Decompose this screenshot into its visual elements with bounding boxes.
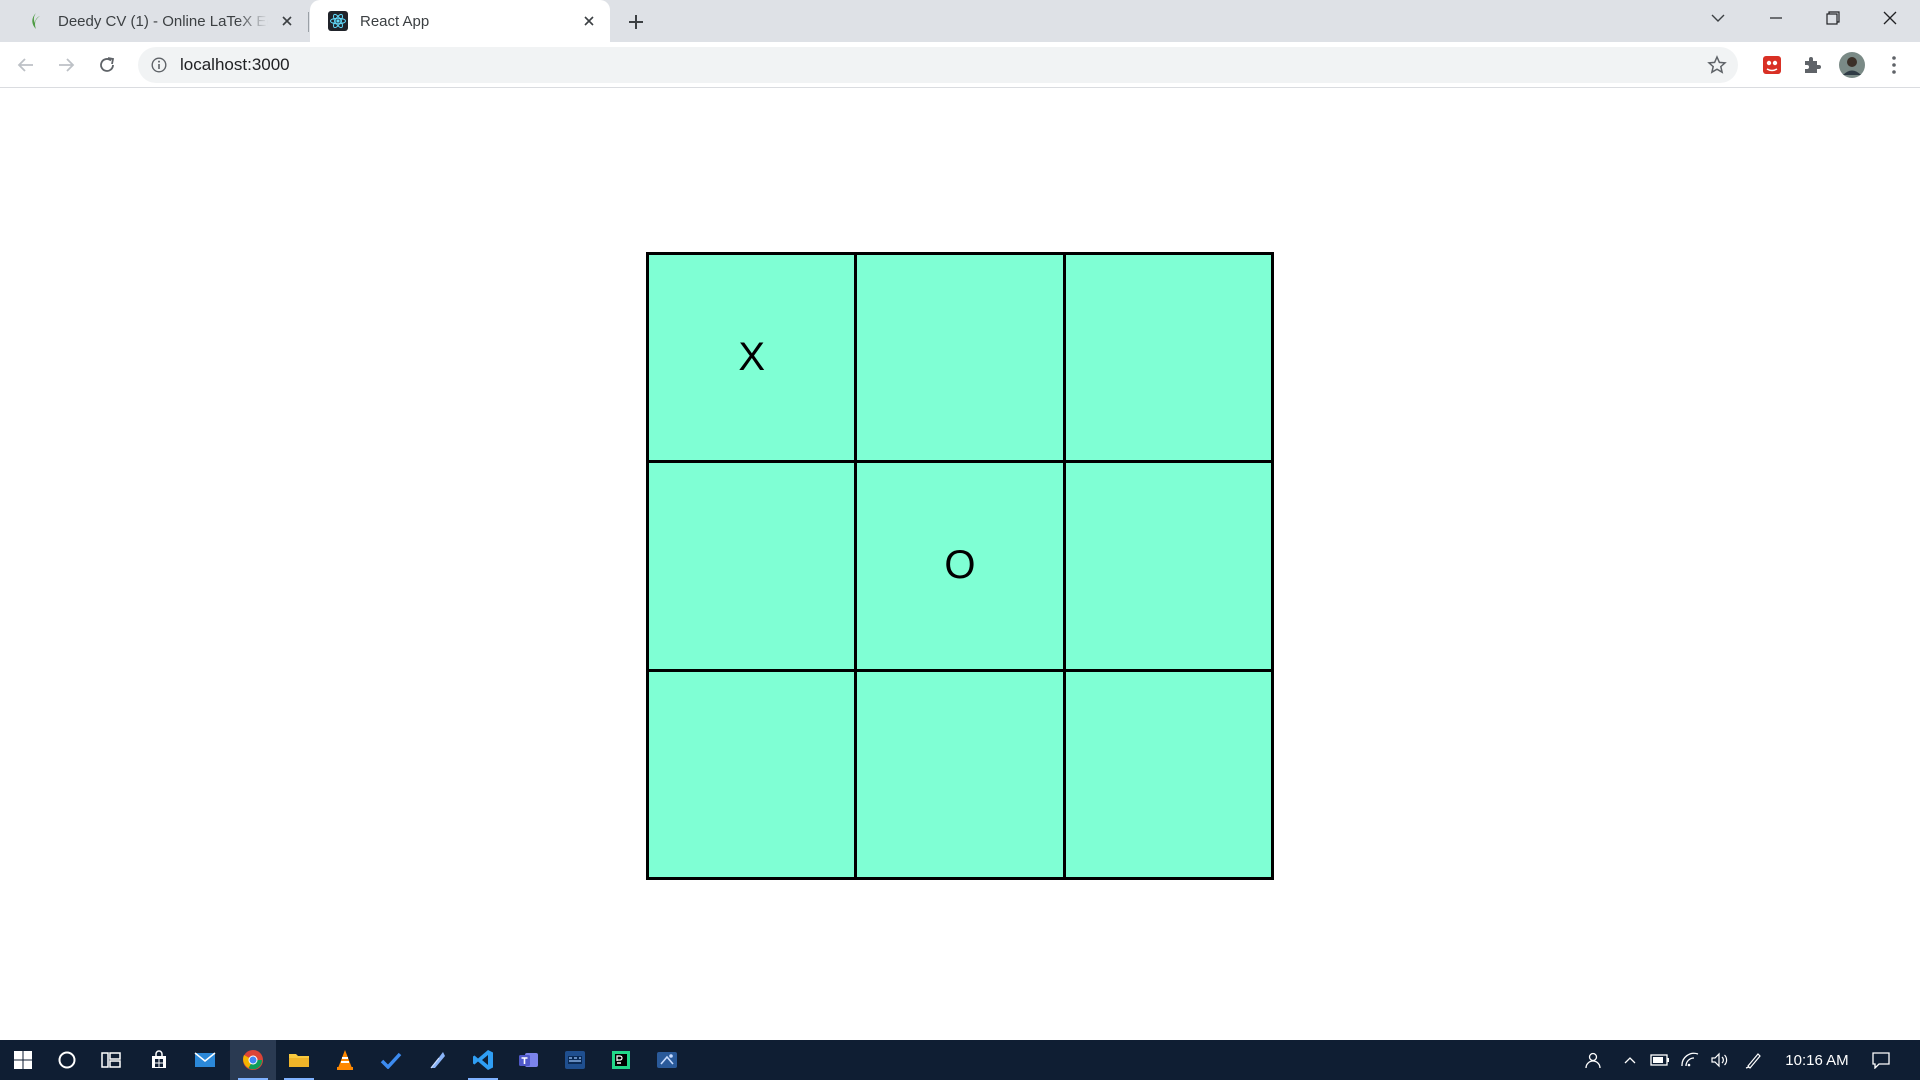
- mail-icon[interactable]: [182, 1040, 228, 1080]
- forward-arrow-icon[interactable]: [50, 49, 82, 81]
- board-square[interactable]: [649, 463, 855, 669]
- volume-icon[interactable]: [1708, 1040, 1732, 1080]
- chrome-icon[interactable]: [230, 1040, 276, 1080]
- teams-icon[interactable]: [506, 1040, 552, 1080]
- tab-title: React App: [360, 12, 430, 30]
- vscode-icon[interactable]: [460, 1040, 506, 1080]
- board-square[interactable]: [649, 671, 855, 877]
- tab-separator: [308, 12, 309, 32]
- tab-react-app[interactable]: React App: [310, 0, 610, 42]
- address-bar[interactable]: localhost:3000: [138, 47, 1738, 83]
- profile-avatar[interactable]: [1838, 51, 1866, 79]
- tab-title: Deedy CV (1) - Online LaTeX Editor: [58, 12, 268, 30]
- search-circle-icon[interactable]: [44, 1040, 90, 1080]
- people-icon[interactable]: [1580, 1040, 1606, 1080]
- extension-icon[interactable]: [1758, 51, 1786, 79]
- board-square[interactable]: [1065, 255, 1271, 461]
- pycharm-icon[interactable]: [598, 1040, 644, 1080]
- board-square[interactable]: [1065, 463, 1271, 669]
- url-text: localhost:3000: [180, 55, 290, 74]
- board-square[interactable]: [857, 671, 1063, 877]
- bookmark-star-icon[interactable]: [1706, 54, 1728, 76]
- tab-overleaf[interactable]: Deedy CV (1) - Online LaTeX Editor: [8, 0, 308, 42]
- restore-icon[interactable]: [1805, 0, 1861, 36]
- show-hidden-icons-chevron-icon[interactable]: [1620, 1040, 1640, 1080]
- task-view-icon[interactable]: [88, 1040, 134, 1080]
- taskbar: 10:16 AM: [0, 1040, 1920, 1080]
- close-icon[interactable]: [276, 10, 298, 32]
- minimize-icon[interactable]: [1748, 0, 1804, 36]
- folder-icon[interactable]: [276, 1040, 322, 1080]
- snipping-tool-icon[interactable]: [644, 1040, 690, 1080]
- battery-icon[interactable]: [1648, 1040, 1672, 1080]
- tab-search-chevron-icon[interactable]: [1690, 0, 1746, 36]
- windows-start-icon[interactable]: [0, 1040, 46, 1080]
- info-icon[interactable]: [150, 56, 168, 74]
- back-arrow-icon[interactable]: [10, 49, 42, 81]
- dev-icon[interactable]: [552, 1040, 598, 1080]
- board-square[interactable]: X: [649, 255, 855, 461]
- window-close-icon[interactable]: [1862, 0, 1918, 36]
- store-icon[interactable]: [136, 1040, 182, 1080]
- overleaf-leaf-icon: [26, 11, 46, 31]
- board-square[interactable]: [857, 255, 1063, 461]
- react-icon: [328, 11, 348, 31]
- pen-icon[interactable]: [1742, 1040, 1766, 1080]
- notifications-icon[interactable]: [1866, 1040, 1896, 1080]
- close-icon[interactable]: [578, 10, 600, 32]
- tab-strip: Deedy CV (1) - Online LaTeX Editor React…: [0, 0, 1920, 42]
- todo-check-icon[interactable]: [368, 1040, 414, 1080]
- more-menu-icon[interactable]: [1880, 51, 1908, 79]
- board-square[interactable]: O: [857, 463, 1063, 669]
- new-tab-button[interactable]: [622, 8, 650, 36]
- game-board: X O: [646, 252, 1274, 880]
- app-feather-icon[interactable]: [414, 1040, 460, 1080]
- board-square[interactable]: [1065, 671, 1271, 877]
- reload-icon[interactable]: [91, 49, 123, 81]
- vlc-icon[interactable]: [322, 1040, 368, 1080]
- extensions-puzzle-icon[interactable]: [1798, 51, 1826, 79]
- browser-toolbar: localhost:3000: [0, 42, 1920, 88]
- wifi-icon[interactable]: [1678, 1040, 1702, 1080]
- taskbar-clock[interactable]: 10:16 AM: [1782, 1040, 1852, 1080]
